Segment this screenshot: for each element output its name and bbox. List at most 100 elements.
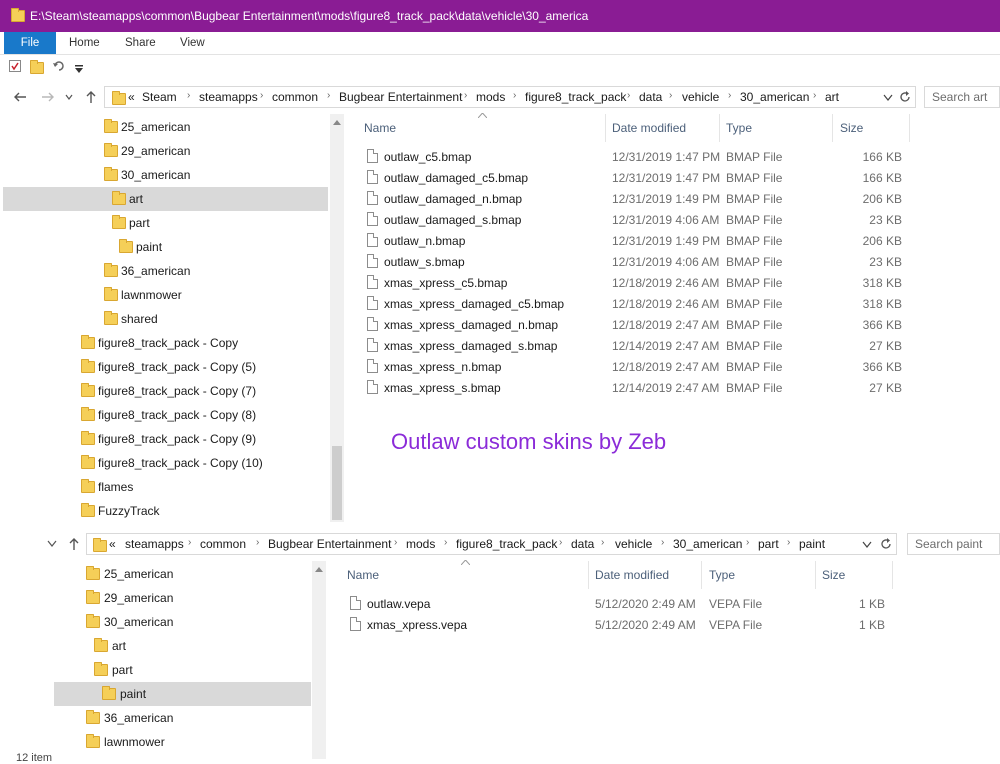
up-arrow-icon[interactable] xyxy=(66,536,82,552)
breadcrumb-30-american[interactable]: 30_american xyxy=(673,537,742,551)
tab-view[interactable]: View xyxy=(180,32,205,54)
nav-scrollbar-thumb[interactable] xyxy=(332,446,342,520)
column-header-date[interactable]: Date modified xyxy=(612,121,686,135)
nav-item-flames[interactable]: flames xyxy=(3,475,328,499)
nav-item-36-american[interactable]: 36_american xyxy=(54,706,311,730)
breadcrumb-30-american[interactable]: 30_american xyxy=(740,90,809,104)
nav-item-art[interactable]: art xyxy=(54,634,311,658)
scroll-up-icon[interactable] xyxy=(333,119,341,125)
breadcrumb-vehicle[interactable]: vehicle xyxy=(682,90,719,104)
column-header-size[interactable]: Size xyxy=(840,121,863,135)
recent-locations-chevron-down-icon[interactable] xyxy=(47,540,57,548)
tab-share[interactable]: Share xyxy=(125,32,156,54)
nav-item-lawnmower[interactable]: lawnmower xyxy=(3,283,328,307)
tab-file[interactable]: File xyxy=(4,32,56,54)
breadcrumb-paint[interactable]: paint xyxy=(799,537,825,551)
file-type: BMAP File xyxy=(726,276,783,290)
column-header-type[interactable]: Type xyxy=(709,568,735,582)
tab-home[interactable]: Home xyxy=(69,32,100,54)
nav-item-30-american[interactable]: 30_american xyxy=(3,163,328,187)
breadcrumb-common[interactable]: common xyxy=(200,537,246,551)
breadcrumb-data[interactable]: data xyxy=(571,537,594,551)
undo-icon[interactable] xyxy=(52,60,64,72)
breadcrumb-steam[interactable]: Steam xyxy=(142,90,177,104)
file-row[interactable]: xmas_xpress.vepa 5/12/2020 2:49 AM VEPA Fi… xyxy=(350,615,890,636)
file-row[interactable]: outlaw_n.bmap 12/31/2019 1:49 PM BMAP File… xyxy=(367,231,907,252)
nav-item-25-american[interactable]: 25_american xyxy=(3,115,328,139)
scroll-up-icon[interactable] xyxy=(315,566,323,572)
nav-item-36-american[interactable]: 36_american xyxy=(3,259,328,283)
address-bar-bottom[interactable]: « steamapps › common › Bugbear Entertain… xyxy=(86,533,897,555)
address-history-chevron-down-icon[interactable] xyxy=(883,94,893,102)
column-header-name[interactable]: Name xyxy=(364,121,396,135)
column-header-date[interactable]: Date modified xyxy=(595,568,669,582)
nav-item-paint[interactable]: paint xyxy=(3,235,328,259)
breadcrumb-bugbear[interactable]: Bugbear Entertainment xyxy=(339,90,462,104)
breadcrumb-vehicle[interactable]: vehicle xyxy=(615,537,652,551)
breadcrumb-bugbear[interactable]: Bugbear Entertainment xyxy=(268,537,391,551)
file-row[interactable]: xmas_xpress_s.bmap 12/14/2019 2:47 AM BMAP… xyxy=(367,378,907,399)
breadcrumb-overflow[interactable]: « xyxy=(109,537,116,551)
new-folder-icon[interactable] xyxy=(30,60,44,74)
nav-item-fuzzytrack[interactable]: FuzzyTrack xyxy=(3,499,328,522)
column-header-name[interactable]: Name xyxy=(347,568,379,582)
breadcrumb-data[interactable]: data xyxy=(639,90,662,104)
nav-item-figure8-copy[interactable]: figure8_track_pack - Copy xyxy=(3,331,328,355)
search-input[interactable]: Search art xyxy=(924,86,1000,108)
address-history-chevron-down-icon[interactable] xyxy=(862,541,872,549)
nav-item-lawnmower[interactable]: lawnmower xyxy=(54,730,311,754)
refresh-icon[interactable] xyxy=(879,537,893,551)
breadcrumb-common[interactable]: common xyxy=(272,90,318,104)
breadcrumb-steamapps[interactable]: steamapps xyxy=(125,537,184,551)
file-size: 206 KB xyxy=(862,234,902,248)
address-bar[interactable]: « Steam › steamapps › common › Bugbear E… xyxy=(104,86,916,108)
back-arrow-icon[interactable] xyxy=(12,89,28,105)
nav-scrollbar-bottom[interactable] xyxy=(312,561,326,759)
properties-icon[interactable] xyxy=(9,60,21,72)
up-arrow-icon[interactable] xyxy=(83,89,99,105)
file-row[interactable]: xmas_xpress_damaged_n.bmap 12/18/2019 2:4… xyxy=(367,315,907,336)
file-row[interactable]: outlaw_c5.bmap 12/31/2019 1:47 PM BMAP Fil… xyxy=(367,147,907,168)
breadcrumb-art[interactable]: art xyxy=(825,90,839,104)
nav-item-figure8-copy-8[interactable]: figure8_track_pack - Copy (8) xyxy=(3,403,328,427)
file-row[interactable]: outlaw.vepa 5/12/2020 2:49 AM VEPA File 1 K… xyxy=(350,594,890,615)
breadcrumb-overflow[interactable]: « xyxy=(128,90,135,104)
nav-item-shared[interactable]: shared xyxy=(3,307,328,331)
column-header-type[interactable]: Type xyxy=(726,121,752,135)
file-row[interactable]: xmas_xpress_n.bmap 12/18/2019 2:47 AM BMAP… xyxy=(367,357,907,378)
breadcrumb-part[interactable]: part xyxy=(758,537,779,551)
nav-item-figure8-copy-9[interactable]: figure8_track_pack - Copy (9) xyxy=(3,427,328,451)
column-header-size[interactable]: Size xyxy=(822,568,845,582)
refresh-icon[interactable] xyxy=(898,90,912,104)
customize-quick-access-icon[interactable] xyxy=(73,63,85,75)
breadcrumb-mods[interactable]: mods xyxy=(406,537,435,551)
nav-item-art[interactable]: art xyxy=(3,187,328,211)
nav-item-figure8-copy-7[interactable]: figure8_track_pack - Copy (7) xyxy=(3,379,328,403)
nav-item-part[interactable]: part xyxy=(3,211,328,235)
file-row[interactable]: xmas_xpress_c5.bmap 12/18/2019 2:46 AM BMA… xyxy=(367,273,907,294)
folder-icon xyxy=(81,455,95,469)
file-row[interactable]: xmas_xpress_damaged_c5.bmap 12/18/2019 2:… xyxy=(367,294,907,315)
file-row[interactable]: outlaw_damaged_c5.bmap 12/31/2019 1:47 PM… xyxy=(367,168,907,189)
file-row[interactable]: outlaw_s.bmap 12/31/2019 4:06 AM BMAP File… xyxy=(367,252,907,273)
nav-item-part[interactable]: part xyxy=(54,658,311,682)
nav-item-figure8-copy-5[interactable]: figure8_track_pack - Copy (5) xyxy=(3,355,328,379)
breadcrumb-mods[interactable]: mods xyxy=(476,90,505,104)
nav-item-29-american[interactable]: 29_american xyxy=(54,586,311,610)
recent-locations-chevron-down-icon[interactable] xyxy=(65,93,73,101)
nav-item-figure8-copy-10[interactable]: figure8_track_pack - Copy (10) xyxy=(3,451,328,475)
nav-scrollbar[interactable] xyxy=(330,114,344,522)
file-type: BMAP File xyxy=(726,318,783,332)
nav-item-30-american[interactable]: 30_american xyxy=(54,610,311,634)
nav-item-25-american[interactable]: 25_american xyxy=(54,562,311,586)
nav-item-paint[interactable]: paint xyxy=(54,682,311,706)
file-row[interactable]: outlaw_damaged_n.bmap 12/31/2019 1:49 PM B… xyxy=(367,189,907,210)
breadcrumb-steamapps[interactable]: steamapps xyxy=(199,90,258,104)
forward-arrow-icon[interactable] xyxy=(40,89,56,105)
file-row[interactable]: outlaw_damaged_s.bmap 12/31/2019 4:06 AM B… xyxy=(367,210,907,231)
breadcrumb-figure8[interactable]: figure8_track_pack xyxy=(456,537,557,551)
search-input-bottom[interactable]: Search paint xyxy=(907,533,1000,555)
breadcrumb-figure8[interactable]: figure8_track_pack xyxy=(525,90,626,104)
nav-item-29-american[interactable]: 29_american xyxy=(3,139,328,163)
file-row[interactable]: xmas_xpress_damaged_s.bmap 12/14/2019 2:4… xyxy=(367,336,907,357)
